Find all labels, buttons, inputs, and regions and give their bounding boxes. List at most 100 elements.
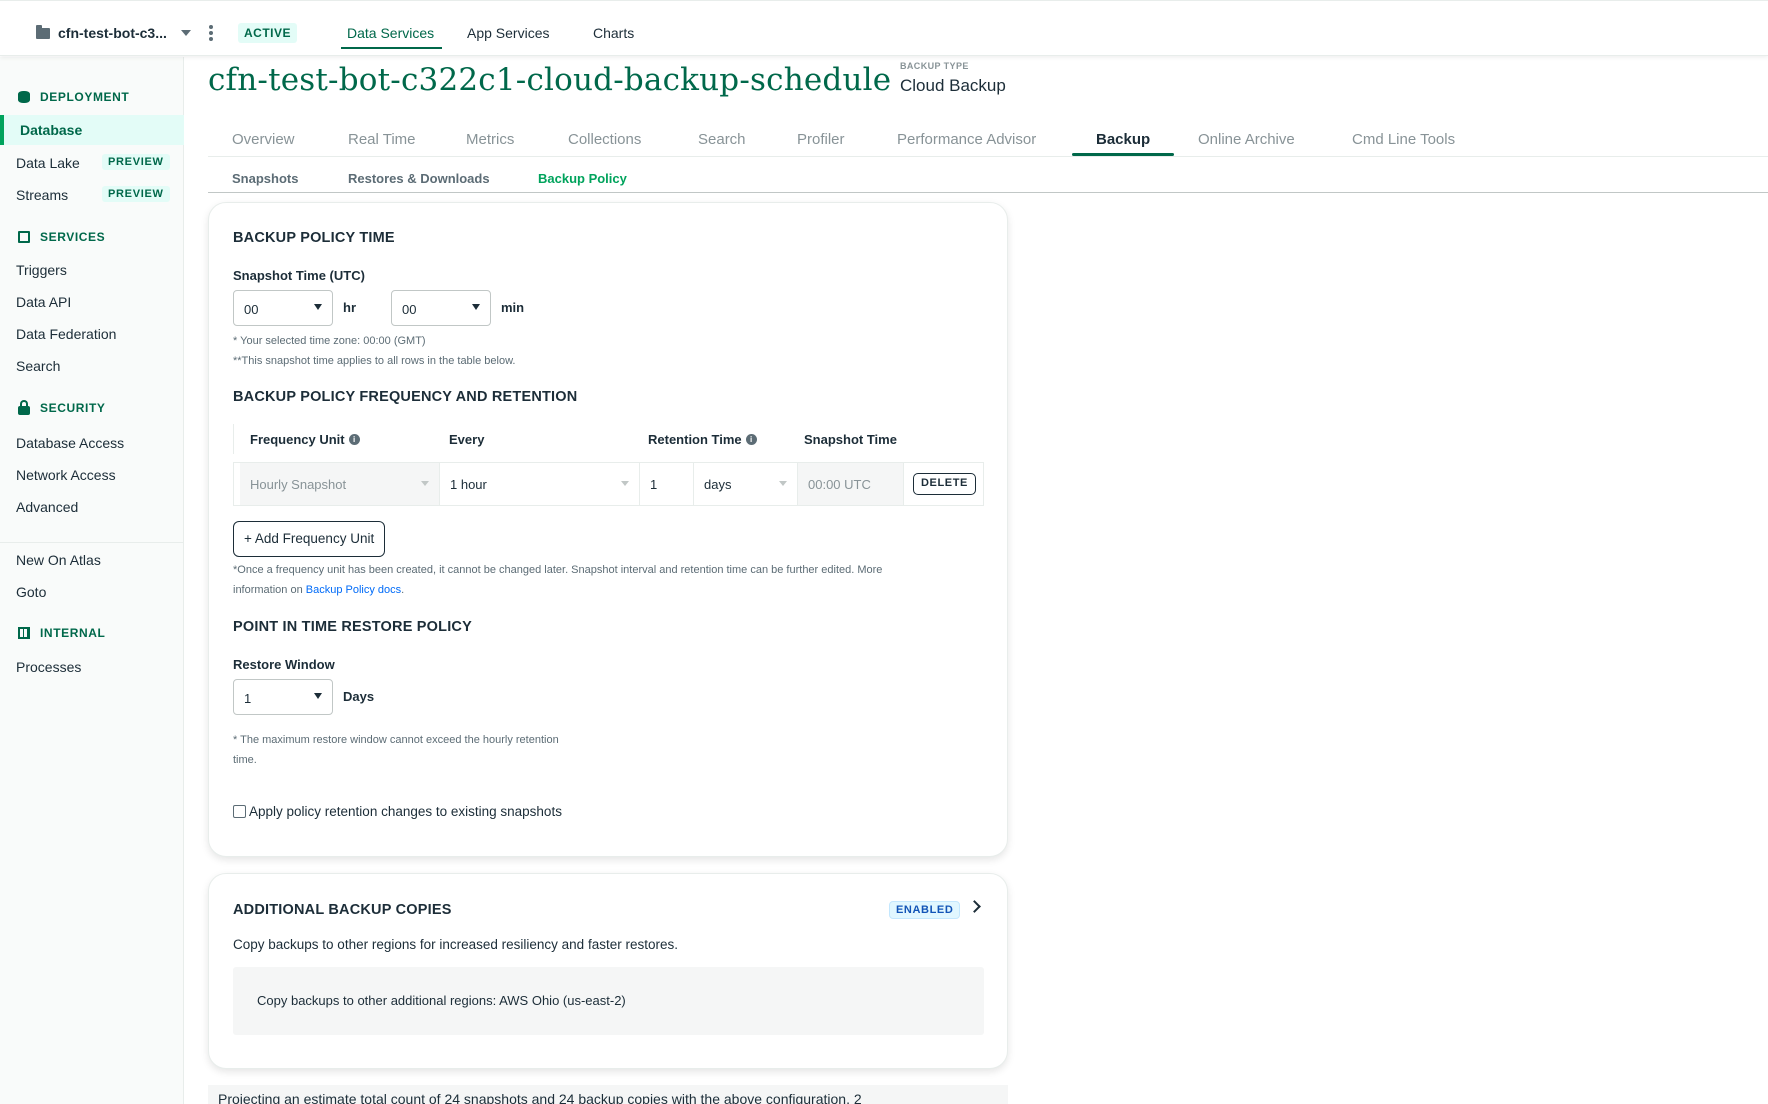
column-header-label: Retention Time	[648, 432, 742, 447]
more-options-icon[interactable]	[209, 25, 213, 41]
sidebar-item-streams[interactable]: Streams	[16, 187, 68, 203]
frequency-unit-value: Hourly Snapshot	[250, 477, 347, 492]
backup-type-value: Cloud Backup	[900, 76, 1006, 95]
nav-app-services[interactable]: App Services	[467, 25, 549, 41]
sidebar-section-deployment: DEPLOYMENT	[18, 90, 129, 104]
sidebar-item-label: Triggers	[16, 262, 67, 278]
sidebar-item-database[interactable]: Database	[0, 115, 184, 145]
chevron-down-icon	[421, 481, 429, 486]
chevron-down-icon	[314, 304, 322, 310]
frequency-note-text: information on	[233, 584, 306, 596]
every-select[interactable]: 1 hour	[440, 463, 640, 505]
apply-retention-checkbox[interactable]	[233, 805, 246, 818]
subtab-snapshots[interactable]: Snapshots	[232, 171, 298, 186]
chevron-right-icon[interactable]	[968, 900, 981, 913]
sidebar-item-label: Processes	[16, 659, 82, 675]
chevron-down-icon	[779, 481, 787, 486]
column-header-snapshot-time: Snapshot Time	[804, 432, 897, 447]
sidebar-item-label: New On Atlas	[16, 552, 101, 568]
chevron-down-icon	[472, 304, 480, 310]
section-label: DEPLOYMENT	[40, 90, 130, 104]
tab-overview[interactable]: Overview	[232, 131, 295, 148]
retention-unit-value: days	[704, 477, 732, 492]
restore-note-text: time.	[233, 754, 257, 766]
frequency-note-text: .	[401, 584, 405, 596]
tab-profiler[interactable]: Profiler	[797, 131, 845, 148]
sidebar-divider	[0, 542, 184, 543]
status-badge: ACTIVE	[238, 23, 298, 43]
tab-backup[interactable]: Backup	[1096, 131, 1150, 148]
sidebar-item-data-api[interactable]: Data API	[16, 294, 71, 310]
nav-data-services[interactable]: Data Services	[340, 25, 443, 49]
sidebar-item-label: Network Access	[16, 467, 116, 483]
restore-window-select[interactable]: 1	[233, 679, 333, 715]
section-label: INTERNAL	[40, 626, 106, 640]
additional-backup-copies-card: ADDITIONAL BACKUP COPIES ENABLED Copy ba…	[208, 873, 1008, 1069]
tab-collections[interactable]: Collections	[568, 131, 641, 148]
projection-text: Projecting an estimate total count of 24…	[218, 1091, 862, 1104]
nav-charts[interactable]: Charts	[593, 25, 634, 41]
sidebar-item-search[interactable]: Search	[16, 358, 60, 374]
sidebar-item-data-federation[interactable]: Data Federation	[16, 326, 116, 342]
subtab-restores-downloads[interactable]: Restores & Downloads	[348, 171, 490, 186]
delete-button[interactable]: DELETE	[913, 473, 976, 495]
tab-cmd-line-tools[interactable]: Cmd Line Tools	[1352, 131, 1455, 148]
sidebar-item-label: Search	[16, 358, 61, 374]
chevron-down-icon	[180, 30, 191, 36]
hour-value: 00	[244, 302, 259, 317]
sidebar-item-label: Advanced	[16, 499, 79, 515]
cluster-tabs: Overview Real Time Metrics Collections S…	[208, 125, 1768, 157]
lock-icon	[18, 399, 30, 415]
sidebar-item-label: Data Federation	[16, 326, 117, 342]
backup-policy-card: BACKUP POLICY TIME Snapshot Time (UTC) 0…	[208, 202, 1008, 857]
sidebar-item-label: Data Lake	[16, 155, 80, 171]
chevron-down-icon	[621, 481, 629, 486]
table-icon	[18, 627, 30, 639]
backup-policy-docs-link[interactable]: Backup Policy docs	[306, 584, 401, 596]
tab-search[interactable]: Search	[698, 131, 746, 148]
sidebar-item-triggers[interactable]: Triggers	[16, 262, 67, 278]
apply-retention-checkbox-row[interactable]: Apply policy retention changes to existi…	[233, 804, 562, 819]
sidebar-section-services: SERVICES	[18, 230, 105, 244]
table-row: Hourly Snapshot 1 hour 1 days 00:00 UTC …	[233, 462, 984, 506]
services-icon	[18, 231, 30, 243]
snapshot-time-value: 00:00 UTC	[808, 477, 871, 492]
section-heading-pit-restore: POINT IN TIME RESTORE POLICY	[233, 619, 472, 635]
preview-badge: PREVIEW	[102, 154, 170, 170]
info-icon[interactable]: i	[745, 434, 757, 445]
chevron-down-icon	[314, 693, 322, 699]
hour-select[interactable]: 00	[233, 290, 333, 326]
snapshot-time-field: 00:00 UTC	[798, 463, 904, 505]
restore-window-value: 1	[244, 691, 252, 706]
sidebar-item-advanced[interactable]: Advanced	[16, 499, 78, 515]
add-frequency-unit-button[interactable]: + Add Frequency Unit	[233, 521, 386, 557]
retention-unit-select[interactable]: days	[694, 463, 798, 505]
every-value: 1 hour	[450, 477, 487, 492]
section-heading-frequency: BACKUP POLICY FREQUENCY AND RETENTION	[233, 389, 578, 405]
page-title: cfn-test-bot-c322c1-cloud-backup-schedul…	[208, 62, 892, 98]
tab-performance-advisor[interactable]: Performance Advisor	[897, 131, 1036, 148]
folder-icon	[36, 24, 50, 39]
subtab-backup-policy[interactable]: Backup Policy	[538, 171, 627, 186]
column-header-label: Frequency Unit	[250, 432, 345, 447]
database-icon	[18, 91, 30, 103]
sidebar-item-new-on-atlas[interactable]: New On Atlas	[16, 552, 101, 568]
enabled-badge: ENABLED	[889, 901, 961, 919]
tab-metrics[interactable]: Metrics	[466, 131, 514, 148]
sidebar-item-database-access[interactable]: Database Access	[16, 435, 124, 451]
sidebar-item-goto[interactable]: Goto	[16, 584, 46, 600]
info-icon[interactable]: i	[348, 434, 360, 445]
apply-retention-label: Apply policy retention changes to existi…	[249, 804, 562, 819]
applies-note: **This snapshot time applies to all rows…	[233, 355, 516, 367]
active-tab-indicator	[1072, 153, 1174, 156]
retention-value-input[interactable]: 1	[640, 463, 694, 505]
project-selector[interactable]: cfn-test-bot-c3...	[36, 24, 191, 41]
minute-select[interactable]: 00	[391, 290, 491, 326]
sidebar-item-network-access[interactable]: Network Access	[16, 467, 116, 483]
sidebar-item-data-lake[interactable]: Data Lake	[16, 155, 80, 171]
frequency-table-header: Frequency Unit i Every Retention Time i …	[233, 424, 984, 454]
tab-real-time[interactable]: Real Time	[348, 131, 416, 148]
retention-value: 1	[650, 477, 658, 492]
tab-online-archive[interactable]: Online Archive	[1198, 131, 1295, 148]
sidebar-item-processes[interactable]: Processes	[16, 659, 81, 675]
